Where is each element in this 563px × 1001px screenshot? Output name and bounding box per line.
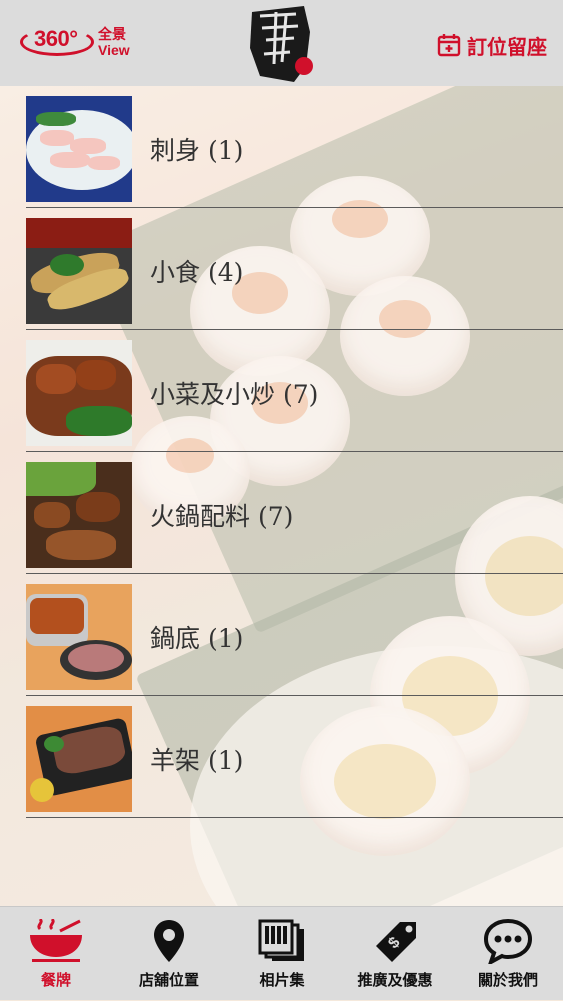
menu-category-row[interactable]: 小菜及小炒 (7) — [0, 330, 563, 452]
tab-label: 餐牌 — [40, 971, 71, 989]
row-divider — [26, 816, 563, 818]
bowl-icon — [0, 915, 112, 967]
tab-store-location[interactable]: 店舖位置 — [113, 907, 225, 1001]
lamb-rack-photo — [26, 706, 132, 812]
tab-label: 推廣及優惠 — [357, 971, 433, 989]
view360-label: 全景 View — [98, 26, 130, 58]
reserve-button[interactable]: 訂位留座 — [437, 32, 547, 59]
menu-category-row[interactable]: 羊架 (1) — [0, 696, 563, 818]
menu-category-row[interactable]: 刺身 (1) — [0, 86, 563, 208]
fried-snack-photo — [26, 218, 132, 324]
reserve-label: 訂位留座 — [467, 34, 547, 59]
tab-photo-gallery[interactable]: 相片集 — [226, 907, 338, 1001]
bottom-tab-bar: 餐牌 店舖位置 相片集 $ 推廣及優惠 關於我們 — [0, 906, 563, 1000]
tab-menu[interactable]: 餐牌 — [0, 907, 112, 1001]
hotpot-ingredients-photo — [26, 462, 132, 568]
chat-bubble-icon — [452, 915, 563, 967]
category-label: 羊架 (1) — [150, 746, 244, 775]
category-label: 小食 (4) — [150, 258, 244, 287]
view360-label-line2: View — [98, 42, 130, 58]
map-pin-icon — [113, 915, 225, 967]
category-label: 火鍋配料 (7) — [150, 502, 294, 531]
tab-about-us[interactable]: 關於我們 — [452, 907, 563, 1001]
view-360-button[interactable]: 360° 全景 View — [20, 26, 138, 64]
photo-gallery-icon — [226, 915, 338, 967]
category-label: 鍋底 (1) — [150, 624, 244, 653]
price-tag-icon: $ — [339, 915, 451, 967]
restaurant-logo — [246, 2, 316, 84]
view360-number: 360° — [34, 26, 78, 51]
category-label: 刺身 (1) — [150, 136, 244, 165]
sashimi-photo — [26, 96, 132, 202]
tab-promotions[interactable]: $ 推廣及優惠 — [339, 907, 451, 1001]
soup-base-photo — [26, 584, 132, 690]
stir-fry-photo — [26, 340, 132, 446]
menu-category-row[interactable]: 鍋底 (1) — [0, 574, 563, 696]
view360-label-line1: 全景 — [98, 26, 126, 42]
category-label: 小菜及小炒 (7) — [150, 380, 319, 409]
app-header: 360° 全景 View 訂位留座 — [0, 0, 563, 86]
menu-category-row[interactable]: 小食 (4) — [0, 208, 563, 330]
menu-category-row[interactable]: 火鍋配料 (7) — [0, 452, 563, 574]
tab-label: 關於我們 — [477, 971, 538, 989]
tab-label: 相片集 — [259, 971, 305, 989]
menu-category-list: 刺身 (1) 小食 (4) 小菜及小炒 (7) 火鍋配料 (7) 鍋底 (1) … — [0, 86, 563, 818]
tab-label: 店舖位置 — [138, 971, 199, 989]
calendar-add-icon — [437, 34, 461, 57]
